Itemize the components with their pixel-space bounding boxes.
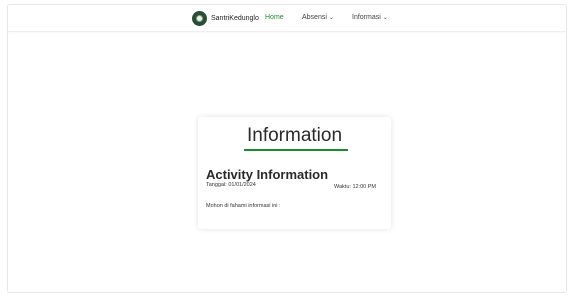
navbar: SantriKedunglo Home Absensi ⌄ Informasi … xyxy=(8,5,566,32)
logo-icon xyxy=(192,11,207,26)
brand-link[interactable]: SantriKedunglo xyxy=(192,11,259,26)
activity-time: Waktu: 12:00 PM xyxy=(334,184,376,190)
nav-informasi-label: Informasi xyxy=(352,14,381,21)
brand-name: SantriKedunglo xyxy=(211,15,259,22)
nav-absensi-label: Absensi xyxy=(302,14,327,21)
browser-page: SantriKedunglo Home Absensi ⌄ Informasi … xyxy=(7,4,567,293)
activity-date: Tanggal: 01/01/2024 xyxy=(206,182,256,188)
nav-home[interactable]: Home xyxy=(265,14,284,21)
card-title: Information xyxy=(246,125,343,146)
nav-absensi-dropdown[interactable]: Absensi ⌄ xyxy=(302,14,334,21)
nav-informasi-dropdown[interactable]: Informasi ⌄ xyxy=(352,14,388,21)
nav-home-label: Home xyxy=(265,14,284,21)
activity-title: Activity Information xyxy=(206,167,329,182)
chevron-down-icon: ⌄ xyxy=(382,14,388,21)
activity-note: Mohon di fahami informasi ini : xyxy=(206,203,281,209)
information-card: Information Activity Information Tanggal… xyxy=(198,117,391,229)
chevron-down-icon: ⌄ xyxy=(328,14,334,21)
title-underline xyxy=(244,149,348,151)
